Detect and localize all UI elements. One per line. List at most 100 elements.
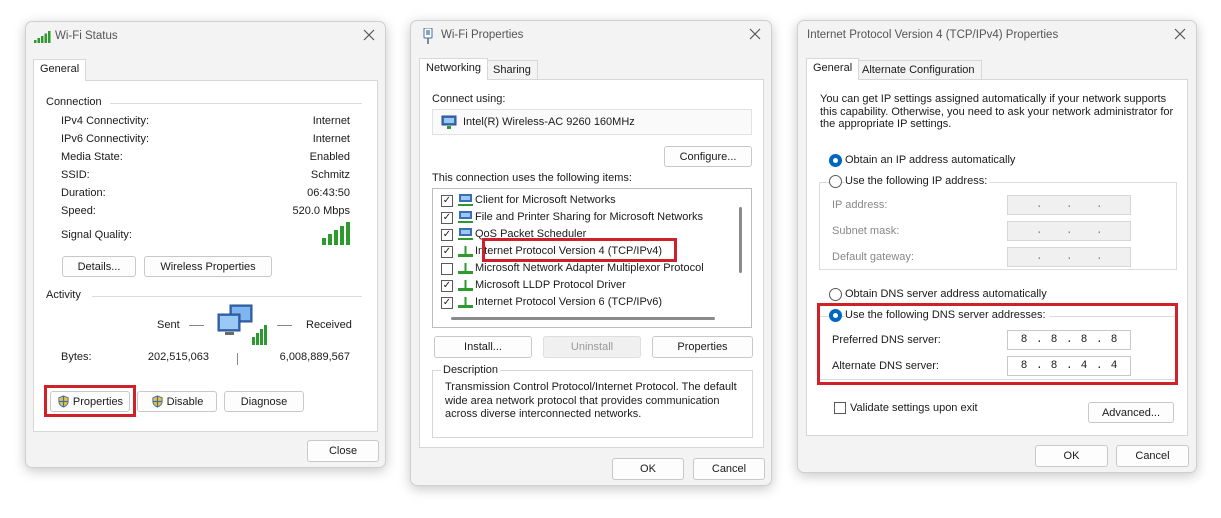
title-bar[interactable]: Wi-Fi Status — [26, 22, 385, 52]
window-title: Internet Protocol Version 4 (TCP/IPv4) P… — [807, 29, 1059, 41]
details-button[interactable]: Details... — [62, 256, 136, 277]
wireless-properties-button[interactable]: Wireless Properties — [144, 256, 272, 277]
description-text: Transmission Control Protocol/Internet P… — [445, 381, 737, 420]
ssid-value: Schmitz — [310, 169, 350, 181]
media-state-value: Enabled — [309, 151, 350, 163]
list-item[interactable]: Microsoft Network Adapter Multiplexor Pr… — [475, 262, 704, 274]
properties-highlight — [44, 385, 136, 417]
network-adapter-icon — [423, 28, 433, 44]
item-checkbox[interactable]: ✓ — [441, 195, 453, 207]
title-bar[interactable]: Internet Protocol Version 4 (TCP/IPv4) P… — [798, 21, 1196, 51]
shield-icon — [152, 395, 163, 408]
signal-quality-label: Signal Quality: — [61, 229, 132, 241]
received-label: Received — [306, 319, 352, 331]
duration-label: Duration: — [61, 187, 106, 199]
close-icon[interactable] — [361, 27, 377, 43]
network-protocol-icon — [458, 263, 473, 274]
ok-button[interactable]: OK — [612, 458, 684, 480]
uninstall-button[interactable]: Uninstall — [543, 336, 641, 358]
network-protocol-icon — [458, 280, 473, 291]
title-bar[interactable]: Wi-Fi Properties — [411, 21, 771, 51]
item-checkbox[interactable]: ✓ — [441, 212, 453, 224]
list-item[interactable]: Microsoft LLDP Protocol Driver — [475, 279, 626, 291]
wifi-status-window: Wi-Fi Status General Connection IPv4 Con… — [25, 21, 386, 468]
item-checkbox[interactable] — [441, 263, 453, 275]
subnet-mask-label: Subnet mask: — [832, 225, 900, 237]
list-item[interactable]: File and Printer Sharing for Microsoft N… — [475, 211, 703, 223]
divider — [277, 325, 292, 326]
list-item[interactable]: Client for Microsoft Networks — [475, 194, 616, 206]
description-label: Description — [441, 364, 501, 376]
ipv6-connectivity-label: IPv6 Connectivity: — [61, 133, 150, 145]
network-computers-icon — [217, 304, 267, 345]
item-checkbox[interactable]: ✓ — [441, 229, 453, 241]
obtain-ip-auto-label[interactable]: Obtain an IP address automatically — [845, 154, 1015, 166]
use-following-ip-label[interactable]: Use the following IP address: — [845, 175, 991, 187]
adapter-name: Intel(R) Wireless-AC 9260 160MHz — [463, 116, 635, 128]
subnet-mask-field[interactable]: ... — [1007, 221, 1131, 241]
speed-label: Speed: — [61, 205, 96, 217]
vertical-scrollbar[interactable] — [739, 207, 742, 273]
ok-button[interactable]: OK — [1035, 445, 1108, 467]
ipv4-connectivity-value: Internet — [312, 115, 350, 127]
media-state-label: Media State: — [61, 151, 123, 163]
close-icon[interactable] — [1172, 26, 1188, 42]
cancel-button[interactable]: Cancel — [1116, 445, 1189, 467]
bytes-sent-value: 202,515,063 — [147, 351, 209, 363]
network-client-icon — [458, 194, 473, 206]
general-panel: You can get IP settings assigned automat… — [806, 79, 1188, 436]
cancel-button[interactable]: Cancel — [693, 458, 765, 480]
advanced-button[interactable]: Advanced... — [1088, 402, 1174, 423]
sent-label: Sent — [157, 319, 180, 331]
divider — [110, 103, 362, 104]
obtain-ip-auto-radio[interactable] — [829, 154, 842, 167]
ssid-label: SSID: — [61, 169, 90, 181]
signal-quality-bars-icon — [322, 222, 350, 245]
list-item[interactable]: Internet Protocol Version 6 (TCP/IPv6) — [475, 296, 662, 308]
speed-value: 520.0 Mbps — [292, 205, 350, 217]
network-protocol-icon — [458, 297, 473, 308]
connection-group-label: Connection — [46, 96, 102, 108]
close-button[interactable]: Close — [307, 440, 379, 462]
tab-sharing[interactable]: Sharing — [486, 60, 538, 80]
general-panel: Connection IPv4 Connectivity: Internet I… — [33, 80, 378, 432]
connect-using-label: Connect using: — [432, 93, 506, 105]
diagnose-button[interactable]: Diagnose — [224, 391, 304, 412]
network-service-icon — [458, 211, 473, 223]
default-gateway-field[interactable]: ... — [1007, 247, 1131, 267]
tab-networking[interactable]: Networking — [419, 58, 489, 80]
adapter-field: Intel(R) Wireless-AC 9260 160MHz — [432, 109, 752, 135]
ip-address-label: IP address: — [832, 199, 888, 211]
item-checkbox[interactable]: ✓ — [441, 246, 453, 258]
horizontal-scrollbar[interactable] — [451, 317, 715, 320]
disable-button-label: Disable — [166, 395, 204, 408]
ipv6-connectivity-value: Internet — [312, 133, 350, 145]
item-checkbox[interactable]: ✓ — [441, 280, 453, 292]
tab-general[interactable]: General — [33, 59, 87, 81]
tab-alternate-configuration[interactable]: Alternate Configuration — [855, 60, 982, 80]
tab-general[interactable]: General — [806, 58, 860, 80]
network-protocol-icon — [458, 246, 473, 257]
use-following-ip-radio[interactable] — [829, 175, 842, 188]
description-box: Description Transmission Control Protoco… — [432, 364, 753, 438]
networking-panel: Connect using: Intel(R) Wireless-AC 9260… — [419, 79, 764, 448]
network-adapter-icon — [441, 115, 457, 129]
item-checkbox[interactable]: ✓ — [441, 297, 453, 309]
validate-checkbox[interactable] — [834, 402, 846, 414]
install-button[interactable]: Install... — [434, 336, 532, 358]
properties-button[interactable]: Properties — [652, 336, 753, 358]
ip-address-field[interactable]: ... — [1007, 195, 1131, 215]
items-label: This connection uses the following items… — [432, 172, 632, 184]
validate-label[interactable]: Validate settings upon exit — [850, 402, 978, 414]
close-icon[interactable] — [747, 26, 763, 42]
bytes-received-value: 6,008,889,567 — [279, 351, 350, 363]
obtain-dns-auto-radio[interactable] — [829, 288, 842, 301]
configure-button[interactable]: Configure... — [664, 146, 752, 167]
dns-highlight — [817, 303, 1178, 385]
obtain-dns-auto-label[interactable]: Obtain DNS server address automatically — [845, 288, 1047, 300]
divider — [189, 325, 204, 326]
divider — [92, 296, 362, 297]
disable-button[interactable]: Disable — [137, 391, 217, 412]
window-title: Wi-Fi Properties — [441, 29, 524, 41]
activity-group-label: Activity — [46, 289, 81, 301]
